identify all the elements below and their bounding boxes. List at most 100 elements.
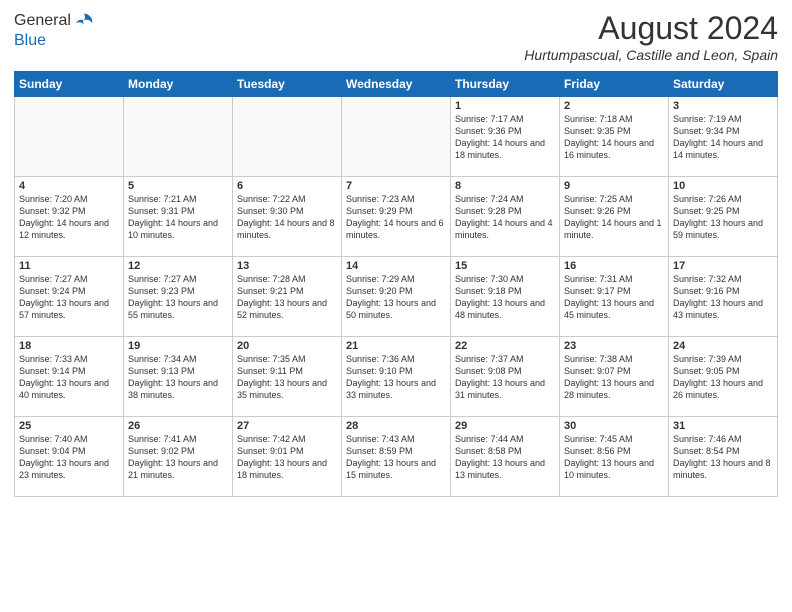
calendar-day-cell: 3Sunrise: 7:19 AM Sunset: 9:34 PM Daylig… [669, 97, 778, 177]
calendar-day-cell: 18Sunrise: 7:33 AM Sunset: 9:14 PM Dayli… [15, 337, 124, 417]
calendar-day-cell: 15Sunrise: 7:30 AM Sunset: 9:18 PM Dayli… [451, 257, 560, 337]
day-info: Sunrise: 7:30 AM Sunset: 9:18 PM Dayligh… [455, 273, 555, 322]
calendar-day-cell: 23Sunrise: 7:38 AM Sunset: 9:07 PM Dayli… [560, 337, 669, 417]
day-number: 1 [455, 100, 555, 112]
calendar-day-cell: 13Sunrise: 7:28 AM Sunset: 9:21 PM Dayli… [233, 257, 342, 337]
day-info: Sunrise: 7:23 AM Sunset: 9:29 PM Dayligh… [346, 193, 446, 242]
day-number: 29 [455, 420, 555, 432]
logo: General Blue [14, 10, 95, 50]
calendar-day-cell: 2Sunrise: 7:18 AM Sunset: 9:35 PM Daylig… [560, 97, 669, 177]
day-info: Sunrise: 7:46 AM Sunset: 8:54 PM Dayligh… [673, 433, 773, 482]
calendar-day-cell [124, 97, 233, 177]
calendar-day-cell: 1Sunrise: 7:17 AM Sunset: 9:36 PM Daylig… [451, 97, 560, 177]
day-info: Sunrise: 7:32 AM Sunset: 9:16 PM Dayligh… [673, 273, 773, 322]
day-info: Sunrise: 7:37 AM Sunset: 9:08 PM Dayligh… [455, 353, 555, 402]
calendar-day-cell [15, 97, 124, 177]
day-number: 17 [673, 260, 773, 272]
day-info: Sunrise: 7:19 AM Sunset: 9:34 PM Dayligh… [673, 113, 773, 162]
day-info: Sunrise: 7:29 AM Sunset: 9:20 PM Dayligh… [346, 273, 446, 322]
month-year-title: August 2024 [524, 10, 778, 47]
day-number: 10 [673, 180, 773, 192]
calendar-day-cell: 31Sunrise: 7:46 AM Sunset: 8:54 PM Dayli… [669, 417, 778, 497]
day-number: 6 [237, 180, 337, 192]
calendar-day-cell: 28Sunrise: 7:43 AM Sunset: 8:59 PM Dayli… [342, 417, 451, 497]
day-info: Sunrise: 7:25 AM Sunset: 9:26 PM Dayligh… [564, 193, 664, 242]
day-number: 2 [564, 100, 664, 112]
calendar-week-row: 4Sunrise: 7:20 AM Sunset: 9:32 PM Daylig… [15, 177, 778, 257]
day-info: Sunrise: 7:27 AM Sunset: 9:23 PM Dayligh… [128, 273, 228, 322]
day-info: Sunrise: 7:38 AM Sunset: 9:07 PM Dayligh… [564, 353, 664, 402]
day-info: Sunrise: 7:40 AM Sunset: 9:04 PM Dayligh… [19, 433, 119, 482]
day-number: 26 [128, 420, 228, 432]
calendar-day-cell: 27Sunrise: 7:42 AM Sunset: 9:01 PM Dayli… [233, 417, 342, 497]
day-info: Sunrise: 7:39 AM Sunset: 9:05 PM Dayligh… [673, 353, 773, 402]
day-number: 12 [128, 260, 228, 272]
day-info: Sunrise: 7:44 AM Sunset: 8:58 PM Dayligh… [455, 433, 555, 482]
calendar-day-cell: 17Sunrise: 7:32 AM Sunset: 9:16 PM Dayli… [669, 257, 778, 337]
calendar-day-cell: 7Sunrise: 7:23 AM Sunset: 9:29 PM Daylig… [342, 177, 451, 257]
logo-blue-text: Blue [14, 32, 95, 50]
day-number: 27 [237, 420, 337, 432]
day-info: Sunrise: 7:36 AM Sunset: 9:10 PM Dayligh… [346, 353, 446, 402]
col-saturday: Saturday [669, 72, 778, 97]
day-number: 25 [19, 420, 119, 432]
calendar-day-cell: 20Sunrise: 7:35 AM Sunset: 9:11 PM Dayli… [233, 337, 342, 417]
day-number: 15 [455, 260, 555, 272]
day-number: 16 [564, 260, 664, 272]
day-number: 19 [128, 340, 228, 352]
day-info: Sunrise: 7:21 AM Sunset: 9:31 PM Dayligh… [128, 193, 228, 242]
calendar-day-cell: 6Sunrise: 7:22 AM Sunset: 9:30 PM Daylig… [233, 177, 342, 257]
day-number: 3 [673, 100, 773, 112]
col-wednesday: Wednesday [342, 72, 451, 97]
calendar-day-cell: 19Sunrise: 7:34 AM Sunset: 9:13 PM Dayli… [124, 337, 233, 417]
day-number: 30 [564, 420, 664, 432]
calendar-week-row: 1Sunrise: 7:17 AM Sunset: 9:36 PM Daylig… [15, 97, 778, 177]
day-number: 31 [673, 420, 773, 432]
calendar-day-cell: 24Sunrise: 7:39 AM Sunset: 9:05 PM Dayli… [669, 337, 778, 417]
day-number: 7 [346, 180, 446, 192]
col-friday: Friday [560, 72, 669, 97]
day-info: Sunrise: 7:45 AM Sunset: 8:56 PM Dayligh… [564, 433, 664, 482]
day-number: 4 [19, 180, 119, 192]
logo-general-text: General [14, 12, 71, 30]
col-tuesday: Tuesday [233, 72, 342, 97]
calendar-day-cell: 21Sunrise: 7:36 AM Sunset: 9:10 PM Dayli… [342, 337, 451, 417]
day-info: Sunrise: 7:24 AM Sunset: 9:28 PM Dayligh… [455, 193, 555, 242]
day-info: Sunrise: 7:33 AM Sunset: 9:14 PM Dayligh… [19, 353, 119, 402]
calendar-day-cell: 22Sunrise: 7:37 AM Sunset: 9:08 PM Dayli… [451, 337, 560, 417]
day-info: Sunrise: 7:43 AM Sunset: 8:59 PM Dayligh… [346, 433, 446, 482]
header: General Blue August 2024 Hurtumpascual, … [14, 10, 778, 63]
day-info: Sunrise: 7:41 AM Sunset: 9:02 PM Dayligh… [128, 433, 228, 482]
location-subtitle: Hurtumpascual, Castille and Leon, Spain [524, 47, 778, 63]
calendar-header-row: Sunday Monday Tuesday Wednesday Thursday… [15, 72, 778, 97]
title-area: August 2024 Hurtumpascual, Castille and … [524, 10, 778, 63]
day-number: 20 [237, 340, 337, 352]
calendar-day-cell [342, 97, 451, 177]
calendar-day-cell: 25Sunrise: 7:40 AM Sunset: 9:04 PM Dayli… [15, 417, 124, 497]
day-info: Sunrise: 7:18 AM Sunset: 9:35 PM Dayligh… [564, 113, 664, 162]
day-number: 23 [564, 340, 664, 352]
day-info: Sunrise: 7:42 AM Sunset: 9:01 PM Dayligh… [237, 433, 337, 482]
day-number: 5 [128, 180, 228, 192]
logo-bird-icon [73, 10, 95, 32]
calendar-day-cell [233, 97, 342, 177]
day-number: 13 [237, 260, 337, 272]
calendar-day-cell: 12Sunrise: 7:27 AM Sunset: 9:23 PM Dayli… [124, 257, 233, 337]
day-number: 14 [346, 260, 446, 272]
day-info: Sunrise: 7:31 AM Sunset: 9:17 PM Dayligh… [564, 273, 664, 322]
day-info: Sunrise: 7:20 AM Sunset: 9:32 PM Dayligh… [19, 193, 119, 242]
calendar-table: Sunday Monday Tuesday Wednesday Thursday… [14, 71, 778, 497]
calendar-day-cell: 4Sunrise: 7:20 AM Sunset: 9:32 PM Daylig… [15, 177, 124, 257]
day-info: Sunrise: 7:17 AM Sunset: 9:36 PM Dayligh… [455, 113, 555, 162]
page: General Blue August 2024 Hurtumpascual, … [0, 0, 792, 612]
day-info: Sunrise: 7:22 AM Sunset: 9:30 PM Dayligh… [237, 193, 337, 242]
calendar-day-cell: 8Sunrise: 7:24 AM Sunset: 9:28 PM Daylig… [451, 177, 560, 257]
day-info: Sunrise: 7:28 AM Sunset: 9:21 PM Dayligh… [237, 273, 337, 322]
calendar-week-row: 11Sunrise: 7:27 AM Sunset: 9:24 PM Dayli… [15, 257, 778, 337]
day-info: Sunrise: 7:34 AM Sunset: 9:13 PM Dayligh… [128, 353, 228, 402]
day-number: 21 [346, 340, 446, 352]
calendar-day-cell: 29Sunrise: 7:44 AM Sunset: 8:58 PM Dayli… [451, 417, 560, 497]
col-sunday: Sunday [15, 72, 124, 97]
day-number: 8 [455, 180, 555, 192]
calendar-day-cell: 9Sunrise: 7:25 AM Sunset: 9:26 PM Daylig… [560, 177, 669, 257]
